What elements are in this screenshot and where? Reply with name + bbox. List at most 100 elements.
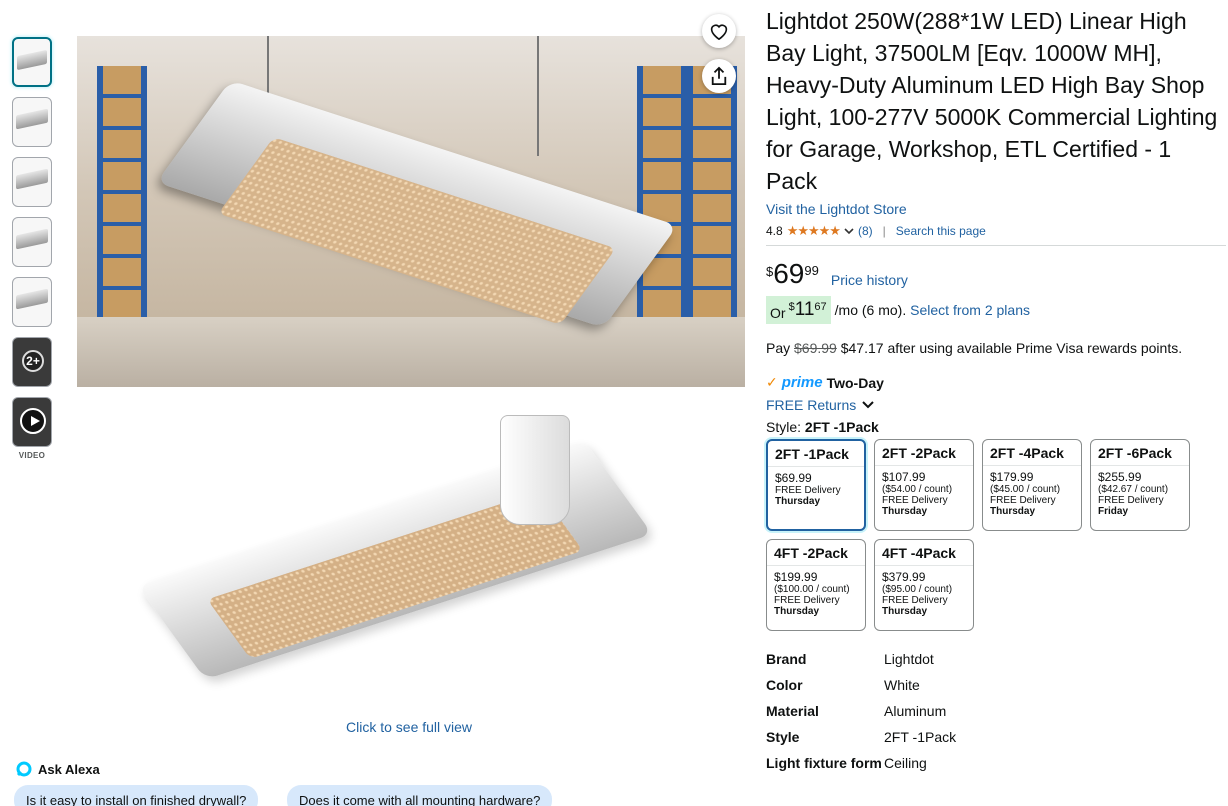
style-option-delivery: FREE Delivery [882,595,948,606]
play-icon [20,408,46,434]
style-option-day: Thursday [775,496,821,507]
style-option-name: 2FT -6Pack [1091,445,1189,466]
free-returns[interactable]: FREE Returns [766,397,1226,413]
alexa-question-chip[interactable]: Is it easy to install on finished drywal… [14,785,259,806]
monthly-payment: Or $ 11 67 /mo (6 mo). Select from 2 pla… [766,296,1226,324]
monthly-term: /mo (6 mo). [834,302,907,318]
monthly-price-badge: Or $ 11 67 [766,296,831,324]
thumbnail-image [16,108,48,130]
thumbnail-image [17,49,47,71]
price-whole: 69 [773,258,805,289]
search-page-link[interactable]: Search this page [896,224,986,238]
review-count-link[interactable]: (8) [858,224,873,238]
thumbnail-photo[interactable] [12,217,52,267]
style-option-day: Thursday [774,606,820,617]
thumbnail-photo[interactable] [12,157,52,207]
spec-row: Style 2FT -1Pack [766,727,1226,747]
style-option-name: 4FT -2Pack [767,545,865,566]
store-link[interactable]: Visit the Lightdot Store [766,201,1226,217]
prime-visa-offer: Pay $69.99 $47.17 after using available … [766,340,1226,356]
style-option-per-count: ($42.67 / count) [1098,484,1169,495]
style-option[interactable]: 4FT -2Pack $199.99 ($100.00 / count) FREE D… [766,539,866,631]
style-option[interactable]: 2FT -1Pack $69.99 FREE Delivery Thursday [766,439,866,531]
style-option-name: 4FT -4Pack [875,545,973,566]
price-history-link[interactable]: Price history [831,272,908,288]
share-button[interactable] [702,59,736,93]
style-swatches: 2FT -1Pack $69.99 FREE Delivery Thursday 2FT… [766,439,1226,631]
style-option-price: $179.99 [990,470,1034,484]
ask-alexa: Ask Alexa [16,761,100,777]
thumbnail-image [16,228,48,250]
style-option-delivery: FREE Delivery [990,495,1056,506]
ask-alexa-label: Ask Alexa [38,761,100,777]
alexa-question-chip[interactable]: Does it come with all mounting hardware? [287,785,553,806]
thumbnail-video[interactable] [12,397,52,447]
style-option-per-count: ($45.00 / count) [990,484,1061,495]
select-plans-link[interactable]: Select from 2 plans [910,302,1030,318]
style-option-day: Thursday [882,606,928,617]
spec-value: White [884,677,920,693]
style-option[interactable]: 4FT -4Pack $379.99 ($95.00 / count) FREE De… [874,539,974,631]
style-option-price: $69.99 [775,471,812,485]
rating-row: 4.8 ★★★★★ (8) | Search this page [766,223,1226,239]
style-option-per-count: ($54.00 / count) [882,484,953,495]
style-option-delivery: FREE Delivery [1098,495,1164,506]
share-icon [711,66,727,85]
secondary-product-image[interactable] [137,410,653,680]
style-option-delivery: FREE Delivery [882,495,948,506]
thumbnail-photo[interactable] [12,277,52,327]
style-option[interactable]: 2FT -6Pack $255.99 ($42.67 / count) FREE De… [1090,439,1190,531]
pay-rest: $47.17 after using available Prime Visa … [840,340,1183,356]
spec-value: Aluminum [884,703,947,719]
product-title: Lightdot 250W(288*1W LED) Linear High Ba… [766,8,1218,194]
warehouse-floor [77,317,745,387]
style-option[interactable]: 2FT -2Pack $107.99 ($54.00 / count) FREE De… [874,439,974,531]
spec-value: 2FT -1Pack [884,729,957,745]
product-specs: Brand Lightdot Color White Material Aluminum S… [766,649,1226,773]
chevron-down-icon[interactable] [844,227,854,235]
spec-key: Light fixture form [766,755,882,771]
spec-row: Light fixture form Ceiling [766,753,1226,773]
price-currency: $ [766,264,774,279]
style-option-day: Thursday [882,506,928,517]
style-selected: 2FT -1Pack [804,419,879,435]
chevron-down-icon [862,401,874,409]
style-option-per-count: ($100.00 / count) [774,584,850,595]
thumbnail-image [16,288,48,310]
thumbnail-more[interactable]: 2+ [12,337,52,387]
spec-key: Color [766,677,803,693]
prime-logo: prime [781,374,823,391]
hanging-wire [537,36,539,156]
free-returns-label: FREE Returns [766,397,857,413]
alexa-icon [16,761,32,777]
thumbnail-photo[interactable] [12,37,52,87]
prime-check-icon: ✓ [766,374,778,390]
prime-two-day: Two-Day [826,374,884,391]
heart-icon [710,24,728,40]
wishlist-button[interactable] [702,14,736,48]
thumbnail-photo[interactable] [12,97,52,147]
pay-prefix: Pay [766,340,791,356]
style-option-delivery: FREE Delivery [775,485,841,496]
star-rating-icon[interactable]: ★★★★★ [787,223,841,239]
monthly-fraction: 67 [814,301,827,313]
style-option-name: 2FT -2Pack [875,445,973,466]
spec-row: Color White [766,675,1226,695]
price-fraction: 99 [804,263,819,278]
style-option[interactable]: 2FT -4Pack $179.99 ($45.00 / count) FREE De… [982,439,1082,531]
more-images-badge: 2+ [22,350,44,372]
full-view-link[interactable]: Click to see full view [346,719,472,735]
style-selector-label: Style: 2FT -1Pack [766,419,1226,435]
style-option-price: $107.99 [882,470,926,484]
mounting-bracket [500,415,570,525]
main-product-image[interactable] [77,36,745,387]
spec-key: Brand [766,651,807,667]
divider [766,245,1226,246]
separator: | [882,224,886,238]
spec-key: Style [766,729,800,745]
style-option-price: $255.99 [1098,470,1142,484]
style-option-day: Friday [1098,506,1129,517]
monthly-or: Or [770,305,786,321]
spec-row: Brand Lightdot [766,649,1226,669]
style-option-delivery: FREE Delivery [774,595,840,606]
